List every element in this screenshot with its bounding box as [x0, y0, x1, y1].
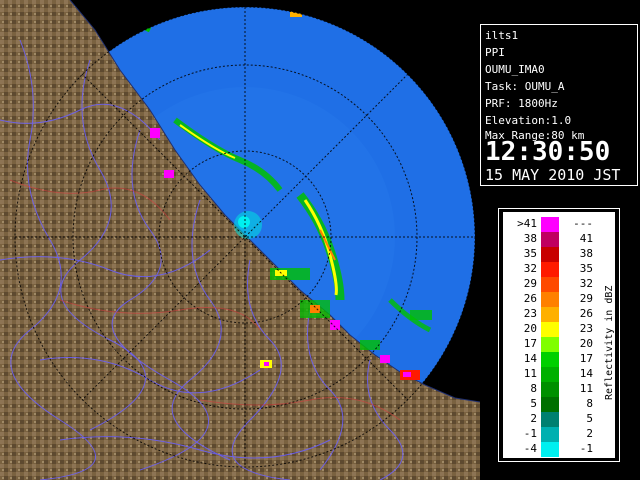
- legend-color-swatch: [541, 412, 559, 427]
- legend-color-swatch: [541, 277, 559, 292]
- legend-bin-low: 23: [523, 307, 537, 320]
- legend-color-swatch: [541, 247, 559, 262]
- legend-color-swatch: [541, 292, 559, 307]
- legend-color-swatch: [541, 367, 559, 382]
- legend-bin-low: 5: [530, 397, 537, 410]
- legend-bin-high: ---: [573, 217, 593, 230]
- site-name: ilts1: [485, 29, 519, 42]
- elevation-value: Elevation:1.0: [485, 114, 572, 127]
- prf-value: PRF: 1800Hz: [485, 97, 558, 110]
- product-name: OUMU_IMA0: [485, 63, 545, 76]
- legend-bin-low: 20: [523, 322, 537, 335]
- legend-bin-high: 14: [579, 367, 593, 380]
- legend-bin-low: 35: [523, 247, 537, 260]
- legend-bin-high: 32: [579, 277, 593, 290]
- legend-bin-low: 8: [530, 382, 537, 395]
- legend-title: Reflectivity in dBZ: [604, 285, 615, 400]
- legend-color-swatch: [541, 382, 559, 397]
- legend-bin-high: -1: [579, 442, 593, 455]
- observation-date: 15 MAY 2010 JST: [485, 166, 621, 184]
- legend-bin-low: 32: [523, 262, 537, 275]
- legend-color-swatch: [541, 217, 559, 232]
- legend-bin-low: -4: [523, 442, 537, 455]
- legend-bin-low: 17: [523, 337, 537, 350]
- radar-map: [0, 0, 480, 480]
- legend-color-swatch: [541, 352, 559, 367]
- legend-bin-low: -1: [523, 427, 537, 440]
- legend-color-swatch: [541, 307, 559, 322]
- legend-color-swatch: [541, 322, 559, 337]
- legend-bin-low: 29: [523, 277, 537, 290]
- legend-bin-low: 14: [523, 352, 537, 365]
- legend-color-swatch: [541, 442, 559, 457]
- legend-bin-high: 20: [579, 337, 593, 350]
- legend-color-swatch: [541, 232, 559, 247]
- legend-bin-low: 38: [523, 232, 537, 245]
- legend-bin-high: 23: [579, 322, 593, 335]
- legend-bin-high: 17: [579, 352, 593, 365]
- legend-color-swatch: [541, 262, 559, 277]
- task-name: Task: OUMU_A: [485, 80, 565, 93]
- scan-type: PPI: [485, 46, 505, 59]
- legend-bin-high: 41: [579, 232, 593, 245]
- legend-bin-high: 26: [579, 307, 593, 320]
- legend-bin-low: 11: [523, 367, 537, 380]
- legend-bin-high: 5: [586, 412, 593, 425]
- legend-bin-high: 8: [586, 397, 593, 410]
- legend-bin-high: 11: [579, 382, 593, 395]
- legend-bin-high: 38: [579, 247, 593, 260]
- legend-color-swatch: [541, 397, 559, 412]
- legend-bin-low: 26: [523, 292, 537, 305]
- legend-bin-low: >41: [517, 217, 537, 230]
- reflectivity-legend: >41 --- 38 41 35 38 32 35 29 32 26 29 23 26 20 23 17 20 14…: [503, 212, 615, 458]
- legend-bin-high: 29: [579, 292, 593, 305]
- radar-info-panel: ilts1 PPI OUMU_IMA0 Task: OUMU_A PRF: 18…: [480, 24, 638, 186]
- legend-bin-high: 35: [579, 262, 593, 275]
- legend-color-swatch: [541, 337, 559, 352]
- observation-time: 12:30:50: [485, 137, 611, 167]
- legend-bin-low: 2: [530, 412, 537, 425]
- legend-color-swatch: [541, 427, 559, 442]
- legend-bin-high: 2: [586, 427, 593, 440]
